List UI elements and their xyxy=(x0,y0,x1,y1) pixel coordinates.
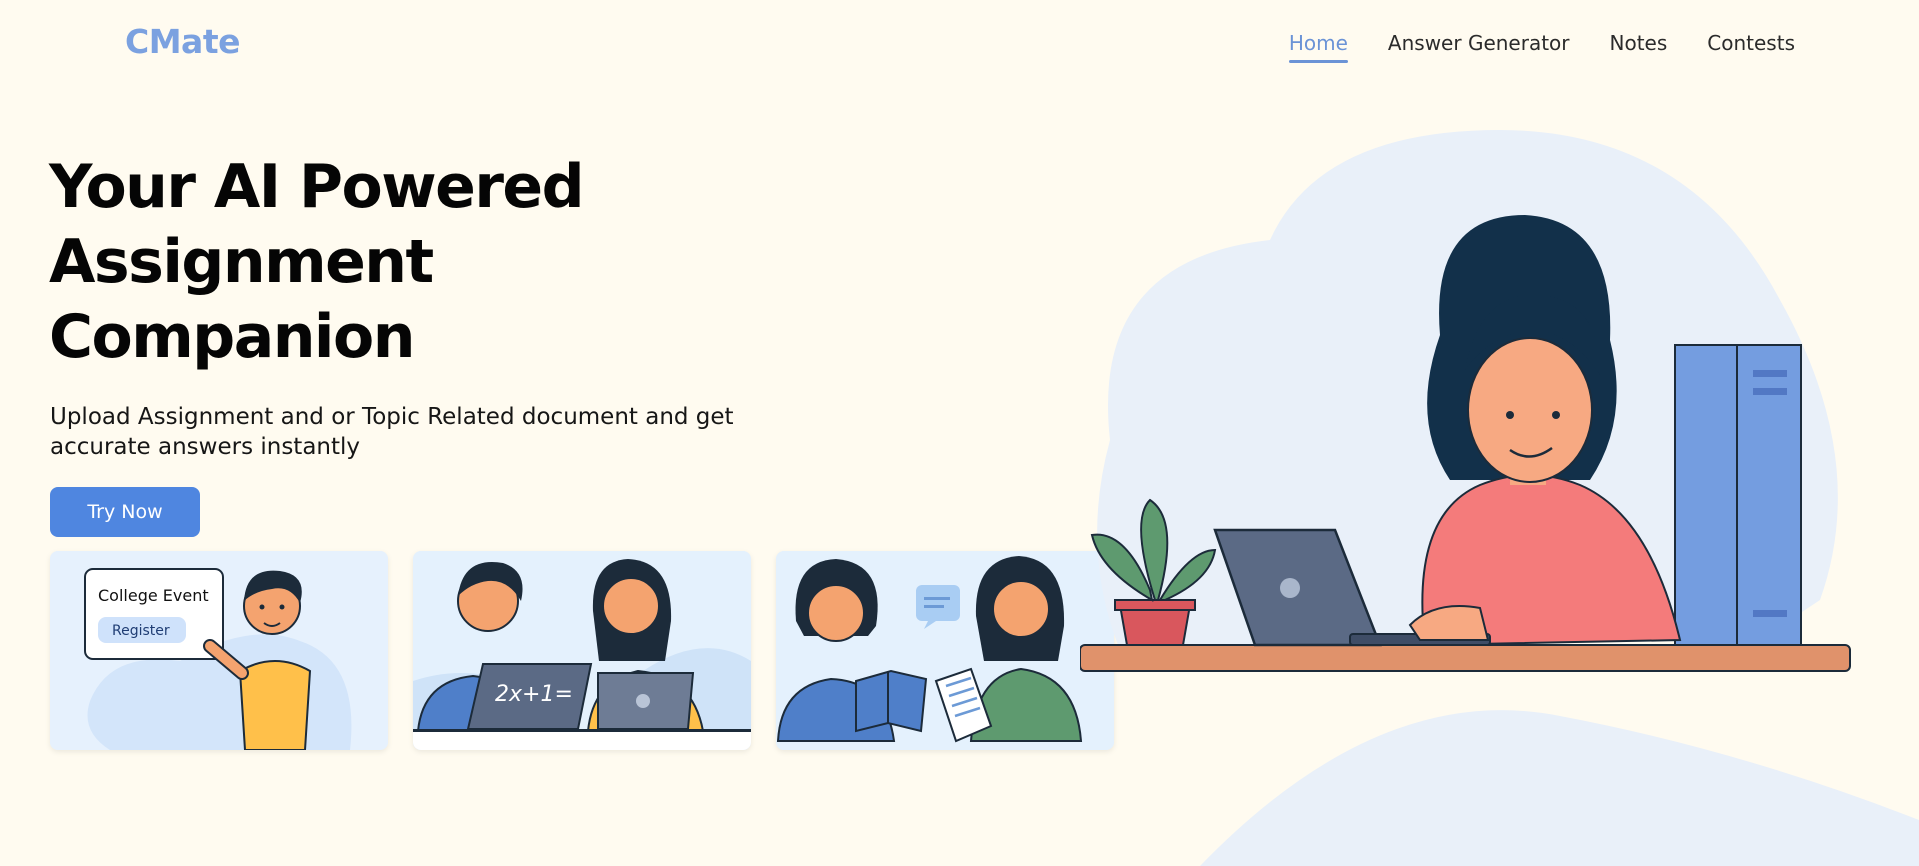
hero-title-line-2: Assignment xyxy=(49,227,434,297)
nav-notes[interactable]: Notes xyxy=(1610,31,1668,63)
hero-title-line-1: Your AI Powered xyxy=(49,152,585,222)
bottom-blob xyxy=(1200,710,1919,866)
study-laptops-illustration: 2x+1= xyxy=(413,551,751,750)
main-nav: Home Answer Generator Notes Contests xyxy=(1288,31,1795,63)
card-college-event[interactable]: College Event Register xyxy=(50,551,388,750)
student-laptop-illustration xyxy=(1079,130,1919,866)
hero-title: Your AI Powered Assignment Companion xyxy=(49,150,689,375)
card-reading-notes[interactable] xyxy=(776,551,1114,750)
hero-title-line-3: Companion xyxy=(49,302,415,372)
reading-notes-illustration xyxy=(776,551,1114,750)
feature-cards: College Event Register 2x+1= xyxy=(50,551,1114,750)
header: CMate Home Answer Generator Notes Contes… xyxy=(0,0,1919,86)
math-text: 2x+1= xyxy=(495,682,573,707)
card-study-laptops[interactable]: 2x+1= xyxy=(413,551,751,750)
hero-subtitle: Upload Assignment and or Topic Related d… xyxy=(50,404,734,460)
event-title: College Event xyxy=(98,586,209,605)
college-event-illustration: College Event Register xyxy=(50,551,388,750)
logo[interactable]: CMate xyxy=(125,22,240,61)
woman-face xyxy=(1467,337,1593,483)
desk xyxy=(1079,644,1851,672)
nav-answer-generator[interactable]: Answer Generator xyxy=(1388,31,1570,63)
event-register: Register xyxy=(112,623,170,639)
nav-home[interactable]: Home xyxy=(1288,31,1348,63)
nav-contests[interactable]: Contests xyxy=(1707,31,1795,63)
book-left xyxy=(1674,344,1738,646)
try-now-button[interactable]: Try Now xyxy=(50,487,200,537)
hero-illustration xyxy=(1079,120,1919,866)
